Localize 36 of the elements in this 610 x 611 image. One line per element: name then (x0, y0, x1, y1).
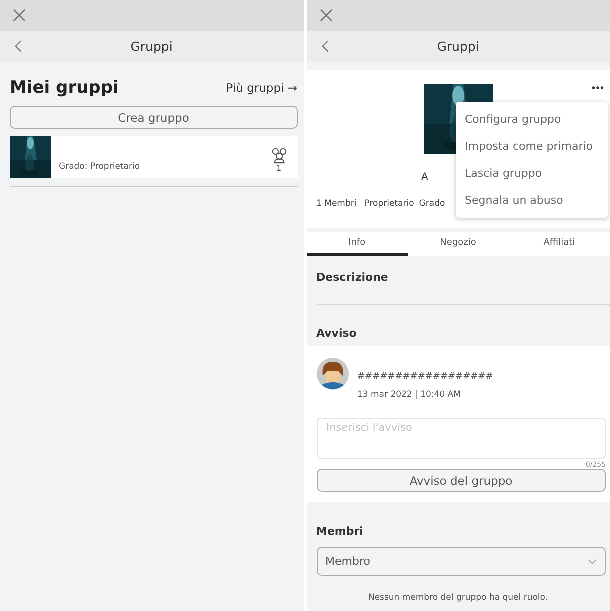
section-heading: Membri (316, 525, 364, 538)
close-icon[interactable] (13, 9, 26, 22)
notice-input-field[interactable]: Inserisci l'avviso (316, 418, 606, 459)
tab[interactable]: Negozio (408, 232, 509, 256)
group-name: A (422, 172, 428, 183)
notice-date: 13 mar 2022 | 10:40 AM (358, 390, 462, 400)
more-options-icon[interactable] (592, 86, 604, 90)
group-rank: Grado: Proprietario (59, 162, 142, 172)
group-stat: Proprietario (364, 199, 414, 209)
screen-title: Gruppi (130, 39, 173, 54)
more-groups-link[interactable]: Più gruppi → (226, 81, 298, 95)
close-icon[interactable] (320, 9, 332, 22)
create-group-button[interactable]: Crea gruppo (10, 106, 298, 129)
section-heading: Descrizione (316, 271, 388, 284)
member-count: 1 (276, 164, 282, 173)
chevron-down-icon (588, 558, 597, 564)
role-dropdown[interactable]: Membro (316, 547, 606, 576)
group-card[interactable]: Grado: Proprietario 1 (10, 136, 298, 178)
menu-item[interactable]: Lascia gruppo (456, 160, 608, 187)
empty-message: Nessun membro del gruppo ha quel ruolo. (368, 593, 548, 603)
group-stat: 1 Membri (316, 199, 357, 209)
menu-item[interactable]: Configura gruppo (456, 106, 608, 133)
avatar (316, 358, 348, 390)
back-icon[interactable] (322, 40, 328, 53)
notice-text: ################## (358, 372, 494, 382)
section-heading: Avviso (316, 327, 357, 340)
screen-title: Gruppi (437, 39, 480, 54)
menu-item[interactable]: Imposta come primario (456, 133, 608, 160)
group-notice-button[interactable]: Avviso del gruppo (316, 469, 606, 492)
section-heading: Miei gruppi (10, 78, 119, 98)
back-icon[interactable] (15, 40, 22, 53)
tab[interactable]: Info (306, 232, 408, 256)
group-stat: Grado (419, 199, 446, 209)
tab[interactable]: Affiliati (508, 232, 610, 256)
people-icon (270, 147, 288, 164)
menu-item[interactable]: Segnala un abuso (456, 187, 608, 214)
